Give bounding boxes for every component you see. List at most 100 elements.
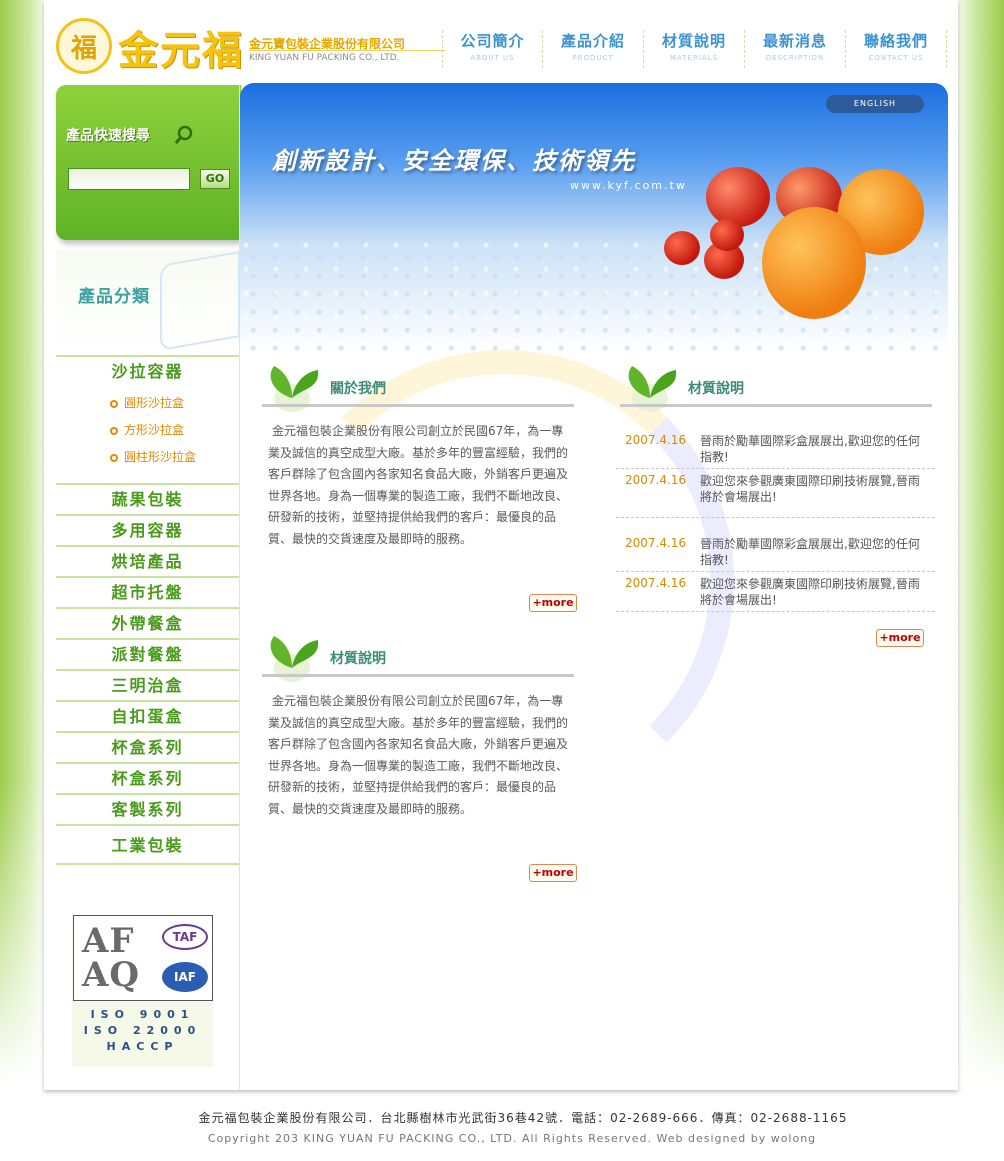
category-item[interactable]: 外帶餐盒 (56, 607, 239, 638)
subcategory-list: 圓形沙拉盒 方形沙拉盒 圓柱形沙拉盒 (56, 386, 239, 483)
news-rule (620, 404, 932, 407)
taf-logo: TAF (162, 924, 208, 950)
tomato-image (710, 219, 744, 251)
category-item[interactable]: 三明治盒 (56, 669, 239, 700)
materials-body: 金元福包裝企業股份有限公司創立於民國67年，為一專業及誠信的真空成型大廠。基於多… (268, 694, 569, 816)
category-item[interactable]: 蔬果包裝 (56, 483, 239, 514)
hero-banner: ENGLISH 創新設計、安全環保、技術領先 www.kyf.com.tw (240, 83, 948, 353)
certification-line: ISO 22000 (83, 1024, 202, 1037)
certification-line: HACCP (106, 1040, 179, 1053)
news-text: 歡迎您來參觀廣東國際印刷技術展覽,晉雨將於會場展出! (700, 577, 920, 607)
page-container: 福 金元福 金元寶包裝企業股份有限公司 KING YUAN FU PACKING… (44, 0, 958, 1090)
logo-text[interactable]: 金元福 (118, 18, 244, 76)
nav-label: 產品介紹 (560, 32, 625, 50)
afaq-logo: AF AQ TAF IAF (73, 915, 213, 1001)
bullet-icon (110, 453, 118, 462)
news-item[interactable]: 2007.4.16 歡迎您來參觀廣東國際印刷技術展覽,晉雨將於會場展出! (616, 469, 935, 518)
iaf-logo: IAF (162, 962, 208, 992)
news-text: 晉雨於勵華國際彩盒展展出,歡迎您的任何指教! (700, 434, 920, 464)
nav-label: 最新消息 (762, 32, 827, 50)
subcategory-label: 圓形沙拉盒 (124, 396, 185, 410)
news-more-button[interactable]: +more (876, 629, 924, 647)
news-date: 2007.4.16 (625, 473, 687, 487)
news-date: 2007.4.16 (625, 536, 687, 550)
materials-more-button[interactable]: +more (529, 864, 577, 882)
nav-contact[interactable]: 聯絡我們 CONTACT US (846, 30, 947, 68)
subcategory-label: 圓柱形沙拉盒 (124, 450, 197, 464)
bullet-icon (110, 426, 118, 435)
about-title: 關於我們 (330, 381, 386, 397)
banner-url: www.kyf.com.tw (570, 179, 687, 192)
container-illustration (160, 250, 240, 352)
nav-label: 聯絡我們 (863, 32, 928, 50)
category-list: 沙拉容器 圓形沙拉盒 方形沙拉盒 圓柱形沙拉盒 蔬果包裝 多用容器 烘培產品 超… (56, 355, 239, 865)
category-item[interactable]: 杯盒系列 (56, 762, 239, 793)
orange-image (762, 207, 866, 319)
news-item[interactable]: 2007.4.16 歡迎您來參觀廣東國際印刷技術展覽,晉雨將於會場展出! (616, 572, 935, 612)
search-title: 產品快速搜尋 (66, 128, 150, 144)
footer-copyright: Copyright 203 KING YUAN FU PACKING CO., … (207, 1132, 817, 1145)
news-date: 2007.4.16 (625, 433, 687, 447)
bullet-icon (110, 399, 118, 408)
logo-emblem-icon[interactable]: 福 (56, 18, 112, 74)
news-item[interactable]: 2007.4.16 晉雨於勵華國際彩盒展展出,歡迎您的任何指教! (616, 518, 935, 572)
news-text: 晉雨於勵華國際彩盒展展出,歡迎您的任何指教! (700, 537, 920, 567)
nav-label: 材質說明 (661, 32, 726, 50)
nav-materials[interactable]: 材質說明 MATERIALS (644, 30, 745, 68)
company-name-en: KING YUAN FU PACKING CO., LTD. (249, 53, 400, 63)
news-item[interactable]: 2007.4.16 晉雨於勵華國際彩盒展展出,歡迎您的任何指教! (616, 429, 935, 469)
magnifier-icon (174, 125, 193, 144)
category-item[interactable]: 沙拉容器 (56, 355, 239, 386)
nav-label: 公司簡介 (460, 32, 525, 50)
certification-list: ISO 9001 ISO 22000 HACCP (72, 1007, 213, 1055)
category-item[interactable]: 多用容器 (56, 514, 239, 545)
nav-sublabel: MATERIALS (669, 54, 719, 62)
about-header: 關於我們 (262, 362, 574, 412)
nav-sublabel: PRODUCT (572, 54, 614, 62)
category-item[interactable]: 超市托盤 (56, 576, 239, 607)
product-search-panel: 產品快速搜尋 GO (56, 85, 241, 240)
afaq-mark: AF AQ (82, 924, 140, 992)
materials-title: 材質說明 (330, 651, 386, 667)
about-more-button[interactable]: +more (529, 594, 577, 612)
materials-header: 材質說明 (262, 632, 574, 682)
subcategory-item[interactable]: 方形沙拉盒 (56, 417, 239, 444)
category-item[interactable]: 烘培產品 (56, 545, 239, 576)
category-heading: 產品分類 (78, 287, 150, 307)
category-item[interactable]: 派對餐盤 (56, 638, 239, 669)
news-text: 歡迎您來參觀廣東國際印刷技術展覽,晉雨將於會場展出! (700, 474, 920, 504)
nav-product[interactable]: 產品介紹 PRODUCT (543, 30, 644, 68)
english-button[interactable]: ENGLISH (826, 95, 924, 113)
banner-slogan: 創新設計、安全環保、技術領先 (272, 147, 636, 175)
nav-about[interactable]: 公司簡介 ABOUT US (442, 30, 543, 68)
category-item[interactable]: 客製系列 (56, 793, 239, 824)
news-list: 2007.4.16 晉雨於勵華國際彩盒展展出,歡迎您的任何指教! 2007.4.… (616, 429, 935, 612)
news-title: 材質說明 (688, 381, 744, 397)
afaq-text: AQ (82, 955, 140, 995)
category-heading-area: 產品分類 (56, 250, 240, 354)
search-input[interactable] (68, 168, 190, 190)
tomato-image (664, 231, 700, 265)
nav-news[interactable]: 最新消息 DESCRIPTION (745, 30, 846, 68)
footer-address: 金元福包裝企業股份有限公司．台北縣樹林市光武街36巷42號．電話：02-2689… (198, 1111, 848, 1125)
about-rule (262, 404, 574, 407)
nav-sublabel: CONTACT US (868, 54, 924, 62)
category-item[interactable]: 自扣蛋盒 (56, 700, 239, 731)
subcategory-item[interactable]: 圓形沙拉盒 (56, 390, 239, 417)
about-body: 金元福包裝企業股份有限公司創立於民國67年，為一專業及誠信的真空成型大廠。基於多… (268, 424, 569, 546)
go-button[interactable]: GO (200, 169, 230, 189)
category-item[interactable]: 工業包裝 (56, 824, 239, 863)
header-divider (249, 50, 445, 51)
nav-sublabel: ABOUT US (470, 54, 515, 62)
news-date: 2007.4.16 (625, 576, 687, 590)
apple-image (706, 167, 770, 227)
subcategory-item[interactable]: 圓柱形沙拉盒 (56, 444, 239, 471)
materials-rule (262, 674, 574, 677)
subcategory-label: 方形沙拉盒 (124, 423, 185, 437)
nav-sublabel: DESCRIPTION (765, 54, 825, 62)
certification-badge: AF AQ TAF IAF ISO 9001 ISO 22000 HACCP (72, 915, 213, 1067)
category-item[interactable]: 杯盒系列 (56, 731, 239, 762)
news-header: 材質說明 (620, 362, 932, 412)
main-nav: 公司簡介 ABOUT US 產品介紹 PRODUCT 材質說明 MATERIAL… (442, 30, 947, 68)
certification-line: ISO 9001 (90, 1008, 195, 1021)
